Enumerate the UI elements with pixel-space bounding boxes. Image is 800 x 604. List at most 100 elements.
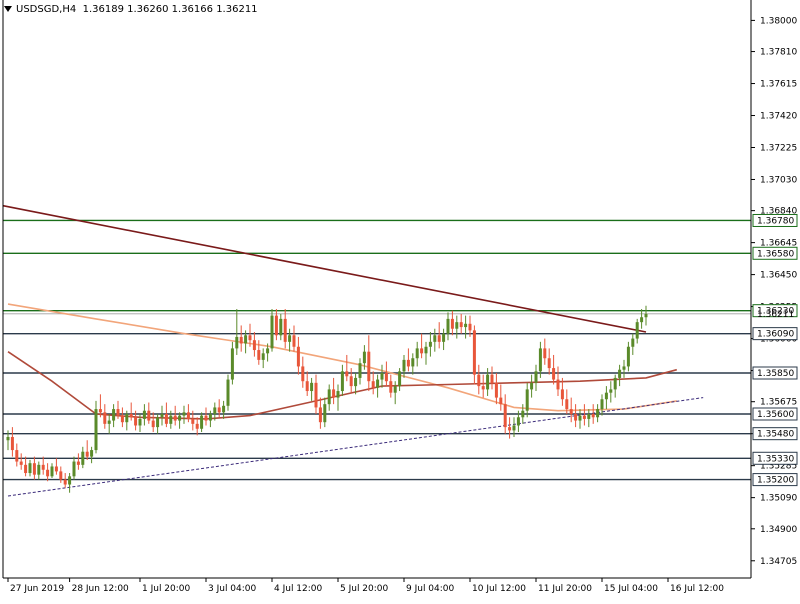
candle-body: [437, 335, 441, 342]
candle-body: [217, 407, 221, 413]
ohlc-readout: 1.36189 1.36260 1.36166 1.36211: [82, 4, 258, 15]
candle-body: [169, 415, 173, 424]
candle-body: [376, 379, 380, 388]
candle-body: [46, 469, 50, 477]
candle-body: [107, 420, 111, 424]
candle-body: [147, 410, 151, 421]
candle-body: [266, 348, 270, 354]
candle-body: [182, 412, 186, 416]
current-price-label: 1.36211: [757, 310, 794, 320]
candle-body: [420, 348, 424, 354]
candle-body: [19, 461, 23, 465]
candle-body: [195, 423, 199, 429]
candle-body: [59, 471, 63, 480]
candle-body: [362, 351, 366, 364]
candle-body: [94, 409, 98, 451]
level-price-label: 1.35600: [757, 410, 794, 420]
candle-body: [125, 414, 129, 423]
candle-body: [301, 366, 305, 382]
candle-body: [516, 417, 520, 426]
candle-body: [640, 317, 644, 323]
candle-body: [574, 414, 578, 421]
candle-body: [508, 427, 512, 431]
candle-body: [222, 405, 226, 413]
x-tick-label: 11 Jul 20:00: [538, 584, 592, 594]
candle-body: [604, 392, 608, 400]
candle-body: [644, 313, 648, 318]
candle-body: [10, 436, 14, 451]
x-tick-label: 1 Jul 20:00: [142, 584, 191, 594]
x-tick-label: 10 Jul 12:00: [472, 584, 526, 594]
x-tick-label: 16 Jul 12:00: [670, 584, 724, 594]
candle-body: [63, 479, 67, 485]
candle-body: [296, 346, 300, 367]
symbol-label: USDSGD,H4: [16, 4, 77, 15]
y-tick-label: 1.35090: [760, 494, 797, 504]
candle-body: [547, 358, 551, 369]
x-tick-label: 9 Jul 04:00: [406, 584, 455, 594]
candle-body: [428, 341, 432, 347]
candle-body: [248, 335, 252, 341]
y-tick-label: 1.37615: [760, 80, 797, 90]
candle-body: [332, 389, 336, 398]
x-tick-label: 5 Jul 20:00: [340, 584, 389, 594]
candle-body: [512, 425, 516, 431]
candle-body: [503, 404, 507, 428]
candle-body: [582, 415, 586, 419]
candle-body: [90, 450, 94, 457]
candle-body: [477, 374, 481, 387]
candle-body: [569, 409, 573, 414]
candle-body: [411, 358, 415, 367]
candle-body: [618, 369, 622, 378]
candle-body: [213, 407, 217, 414]
candle-body: [76, 461, 80, 465]
candle-body: [609, 389, 613, 393]
candle-body: [41, 464, 45, 470]
candle-body: [587, 414, 591, 419]
candle-body: [15, 450, 19, 462]
candle-body: [450, 318, 454, 329]
x-tick-label: 3 Jul 04:00: [208, 584, 257, 594]
candle-body: [626, 346, 630, 367]
candle-body: [239, 336, 243, 344]
candle-body: [28, 463, 32, 474]
candle-body: [257, 350, 261, 360]
candle-body: [323, 404, 327, 423]
candle-body: [142, 410, 146, 419]
candle-body: [72, 461, 76, 477]
candle-body: [270, 315, 274, 349]
candle-body: [534, 371, 538, 383]
level-price-label: 1.36780: [757, 216, 794, 226]
candle-body: [402, 359, 406, 372]
candle-body: [54, 466, 58, 472]
candle-body: [186, 412, 190, 419]
candle-body: [274, 315, 278, 336]
candle-body: [371, 381, 375, 388]
candle-body: [116, 409, 120, 416]
candle-body: [380, 373, 384, 380]
dropdown-triangle-icon[interactable]: [4, 6, 12, 12]
candle-body: [151, 420, 155, 428]
x-tick-label: 27 Jun 2019: [10, 584, 64, 594]
y-tick-label: 1.35675: [760, 398, 797, 408]
candle-body: [578, 415, 582, 421]
x-tick-label: 28 Jun 12:00: [72, 584, 129, 594]
candle-body: [345, 371, 349, 377]
candle-body: [398, 371, 402, 387]
candle-body: [486, 374, 490, 390]
candle-body: [120, 415, 124, 423]
candle-body: [292, 335, 296, 347]
candle-body: [442, 333, 446, 342]
candle-body: [173, 415, 177, 421]
chart-header: USDSGD,H4 1.36189 1.36260 1.36166 1.3621…: [4, 4, 258, 15]
candle-body: [565, 399, 569, 410]
candle-body: [24, 464, 28, 474]
candle-body: [134, 417, 138, 426]
candle-body: [112, 409, 116, 421]
candle-body: [327, 389, 331, 405]
candle-body: [499, 397, 503, 405]
candle-body: [6, 436, 10, 441]
candle-body: [164, 414, 168, 424]
candle-body: [560, 389, 564, 400]
y-tick-label: 1.37810: [760, 48, 797, 58]
